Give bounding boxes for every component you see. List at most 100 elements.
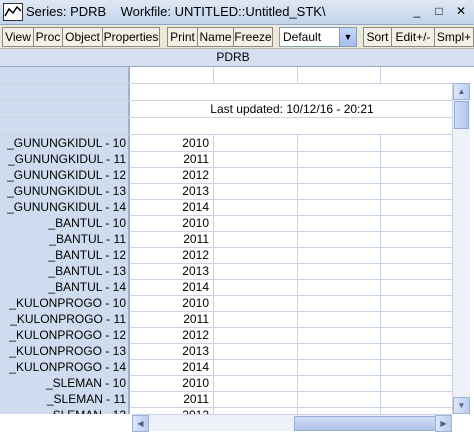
cell[interactable] (381, 279, 452, 295)
cell[interactable] (298, 215, 381, 231)
cell[interactable] (381, 295, 452, 311)
cell[interactable] (298, 135, 381, 151)
edit-button[interactable]: Edit+/- (391, 27, 435, 47)
cell[interactable] (381, 215, 452, 231)
cell[interactable] (298, 327, 381, 343)
cell[interactable]: 2012 (132, 247, 214, 263)
cell[interactable] (215, 215, 298, 231)
view-button[interactable]: View (2, 27, 34, 47)
minimize-button[interactable]: _ (408, 2, 426, 20)
cell[interactable] (381, 391, 452, 407)
cell[interactable] (298, 359, 381, 375)
cell[interactable] (381, 67, 452, 83)
vertical-scrollbar[interactable]: ▲ ▼ (452, 83, 470, 414)
cell[interactable]: 2010 (132, 215, 214, 231)
print-button[interactable]: Print (167, 27, 198, 47)
cell[interactable] (298, 199, 381, 215)
cell[interactable] (381, 247, 452, 263)
cell[interactable] (215, 391, 298, 407)
cell[interactable] (298, 343, 381, 359)
smpl-button[interactable]: Smpl+ (434, 27, 474, 47)
cell[interactable] (381, 135, 452, 151)
properties-button[interactable]: Properties (102, 27, 160, 47)
cell[interactable] (381, 263, 452, 279)
maximize-button[interactable]: □ (430, 2, 448, 20)
cell[interactable] (215, 311, 298, 327)
cell[interactable] (215, 231, 298, 247)
freeze-button[interactable]: Freeze (233, 27, 273, 47)
cell[interactable] (215, 359, 298, 375)
cell[interactable] (215, 407, 298, 414)
cell[interactable] (215, 279, 298, 295)
cell[interactable] (132, 67, 214, 83)
cell[interactable] (215, 295, 298, 311)
cell[interactable] (381, 407, 452, 414)
cell[interactable] (215, 375, 298, 391)
arrow-left-icon[interactable]: ◀ (132, 415, 149, 432)
scroll-thumb[interactable] (294, 416, 436, 431)
close-button[interactable]: ✕ (452, 2, 470, 20)
cell[interactable]: 2014 (132, 359, 214, 375)
cell[interactable] (298, 407, 381, 414)
cell[interactable]: 2013 (132, 343, 214, 359)
cell[interactable] (215, 247, 298, 263)
cell[interactable] (215, 199, 298, 215)
name-button[interactable]: Name (197, 27, 234, 47)
cell[interactable] (298, 67, 381, 83)
cell[interactable] (298, 183, 381, 199)
cell[interactable] (298, 391, 381, 407)
cell[interactable] (298, 231, 381, 247)
cell[interactable]: 2011 (132, 231, 214, 247)
cell[interactable] (215, 167, 298, 183)
cell[interactable] (215, 151, 298, 167)
cell[interactable] (381, 183, 452, 199)
cell[interactable]: 2010 (132, 295, 214, 311)
cell[interactable] (298, 263, 381, 279)
cell[interactable] (381, 231, 452, 247)
cell[interactable] (215, 263, 298, 279)
cell[interactable]: 2012 (132, 167, 214, 183)
cell[interactable] (215, 327, 298, 343)
arrow-right-icon[interactable]: ▶ (435, 415, 452, 432)
horizontal-scrollbar[interactable]: ◀ ▶ (132, 414, 452, 432)
cell[interactable]: 2010 (132, 135, 214, 151)
cell[interactable] (215, 183, 298, 199)
scroll-thumb[interactable] (454, 101, 469, 129)
cell[interactable] (215, 135, 298, 151)
cell[interactable] (381, 343, 452, 359)
cell[interactable] (381, 199, 452, 215)
cell[interactable] (381, 167, 452, 183)
cell[interactable]: 2012 (132, 407, 214, 414)
cell[interactable] (215, 343, 298, 359)
cell[interactable]: 2013 (132, 263, 214, 279)
arrow-up-icon[interactable]: ▲ (453, 83, 470, 100)
cell[interactable] (298, 167, 381, 183)
sort-button[interactable]: Sort (363, 27, 392, 47)
cell[interactable] (381, 359, 452, 375)
cell[interactable]: 2014 (132, 199, 214, 215)
cell[interactable]: 2011 (132, 391, 214, 407)
cell[interactable]: 2011 (132, 151, 214, 167)
cell[interactable] (298, 151, 381, 167)
cell[interactable] (215, 67, 298, 83)
cell[interactable] (381, 327, 452, 343)
cell[interactable]: 2011 (132, 311, 214, 327)
chevron-down-icon[interactable]: ▼ (339, 28, 356, 46)
format-select[interactable]: Default ▼ (279, 27, 357, 47)
cell[interactable] (381, 311, 452, 327)
arrow-down-icon[interactable]: ▼ (453, 397, 470, 414)
cell[interactable]: 2010 (132, 375, 214, 391)
cell[interactable]: 2012 (132, 327, 214, 343)
object-button[interactable]: Object (62, 27, 103, 47)
cell[interactable] (298, 311, 381, 327)
cell[interactable] (298, 375, 381, 391)
proc-button[interactable]: Proc (33, 27, 63, 47)
cell[interactable] (381, 151, 452, 167)
cell[interactable] (381, 375, 452, 391)
cell[interactable] (298, 295, 381, 311)
spreadsheet[interactable]: Last updated: 10/12/16 - 20:21 _GUNUNGKI… (0, 67, 452, 414)
cell[interactable] (298, 279, 381, 295)
cell[interactable]: 2014 (132, 279, 214, 295)
cell[interactable]: 2013 (132, 183, 214, 199)
cell[interactable] (298, 247, 381, 263)
